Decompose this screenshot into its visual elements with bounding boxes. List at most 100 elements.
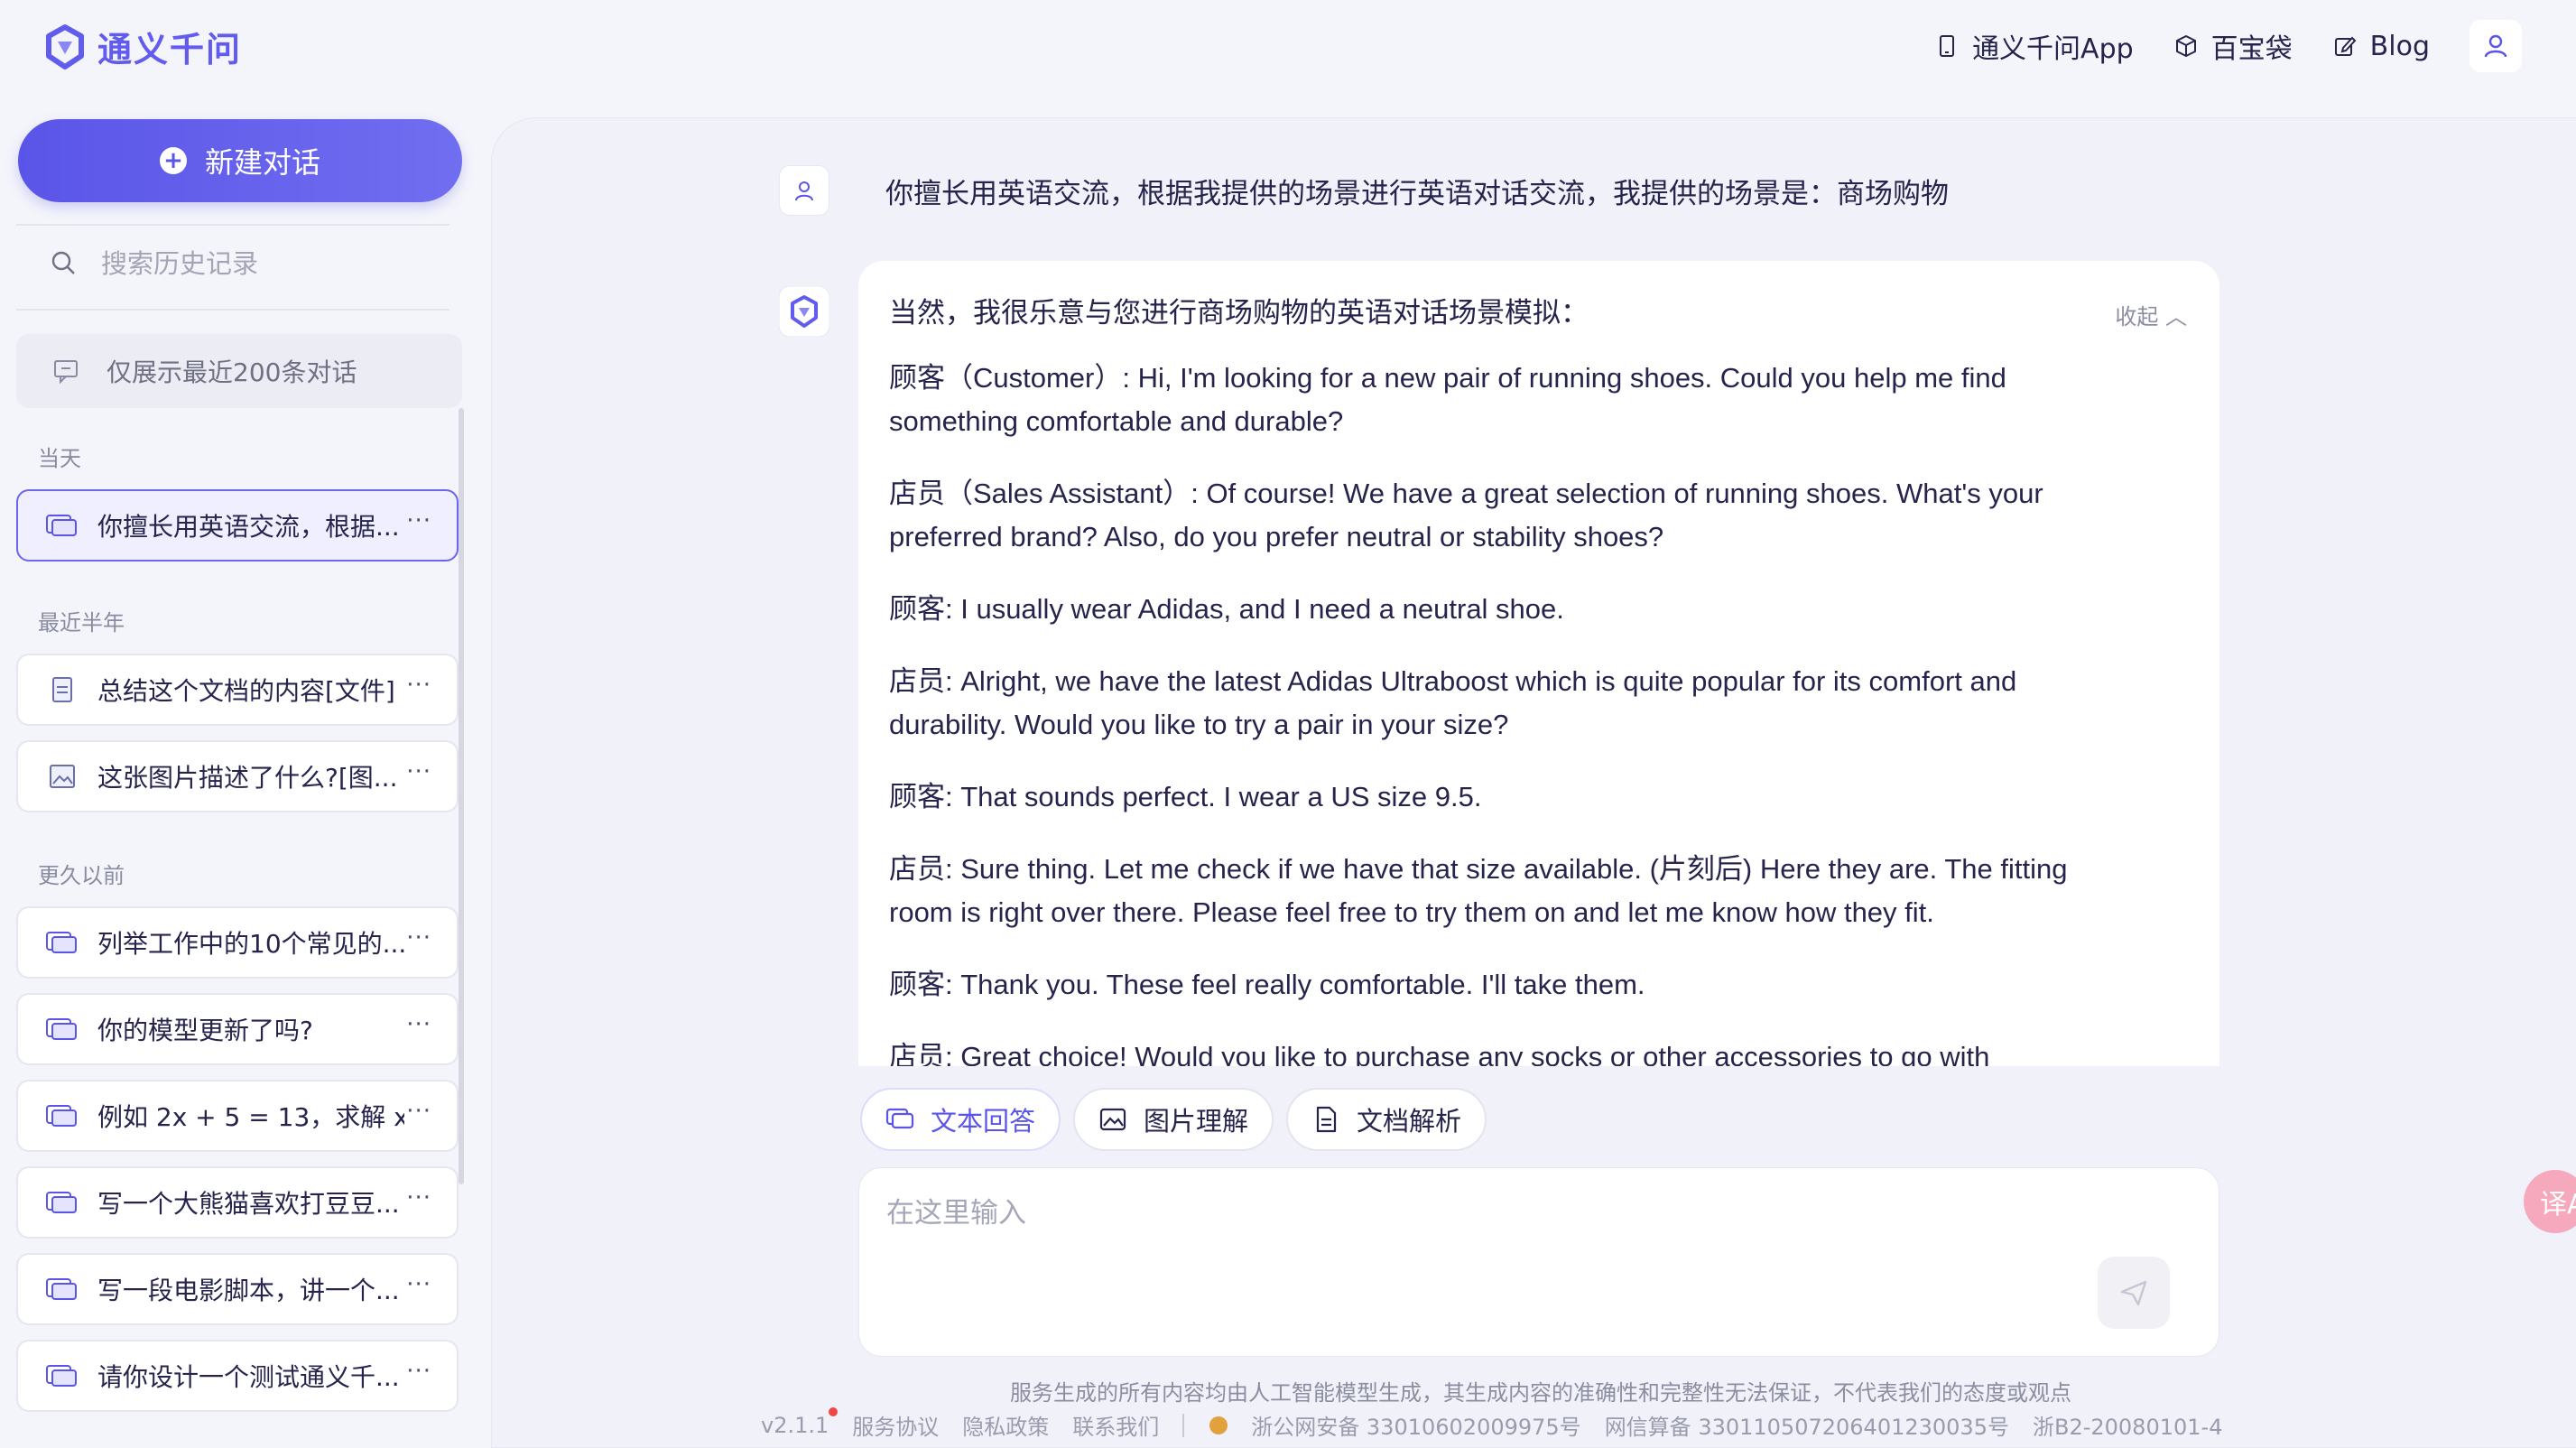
privacy-link[interactable]: 隐私政策 — [962, 1409, 1049, 1441]
text-answer-tab[interactable]: 文本回答 — [860, 1088, 1061, 1151]
history-item-label: 写一个大熊猫喜欢打豆豆... — [97, 1189, 400, 1219]
more-options-button[interactable]: ··· — [406, 507, 431, 534]
history-item-label: 列举工作中的10个常见的... — [97, 929, 404, 959]
history-item[interactable]: 列举工作中的10个常见的... ··· — [16, 906, 459, 979]
collapse-button[interactable]: 收起 ︿ — [2115, 299, 2187, 330]
divider — [16, 309, 449, 311]
answer-paragraph: 顾客: Thank you. These feel really comfort… — [889, 969, 1645, 1000]
answer-paragraph: 店员: Great choice! Would you like to purc… — [889, 1041, 1990, 1066]
text-answer-label: 文本回答 — [931, 1106, 1036, 1137]
more-options-button[interactable]: ··· — [406, 1184, 431, 1211]
chat-main: 你擅长用英语交流，根据我提供的场景进行英语对话交流，我提供的场景是：商场购物 收… — [491, 117, 2576, 1448]
user-icon — [2484, 34, 2507, 58]
send-icon — [2120, 1280, 2147, 1306]
answer-paragraph: 店员: Sure thing. Let me check if we have … — [889, 853, 2068, 928]
police-badge-icon — [1209, 1416, 1228, 1434]
answer-paragraph: 顾客: I usually wear Adidas, and I need a … — [889, 593, 1564, 625]
nav-blog-link[interactable]: Blog — [2332, 31, 2430, 62]
group-label-today: 当天 — [38, 446, 81, 471]
mode-toolbar: 文本回答 图片理解 文档解析 — [860, 1088, 1499, 1151]
document-icon — [1316, 1106, 1337, 1133]
nav-blog-label: Blog — [2369, 30, 2430, 62]
answer-paragraph: 顾客（Customer）: Hi, I'm looking for a new … — [889, 362, 2006, 437]
phone-icon — [1940, 35, 1955, 57]
top-header: 通义千问 通义千问App 百宝袋 Blog — [0, 0, 2576, 90]
history-search-input[interactable] — [101, 248, 444, 279]
answer-paragraph: 店员（Sales Assistant）: Of course! We have … — [889, 478, 2043, 552]
netcert-record: 网信算备 330110507206401230035号 — [1604, 1415, 2009, 1440]
contact-link[interactable]: 联系我们 — [1072, 1409, 1159, 1441]
more-options-button[interactable]: ··· — [406, 758, 431, 785]
image-understanding-tab[interactable]: 图片理解 — [1073, 1088, 1274, 1151]
version-label: v2.1.1 — [761, 1406, 839, 1438]
new-chat-button[interactable]: + 新建对话 — [18, 119, 462, 202]
chat-icon — [46, 1018, 77, 1040]
document-parsing-tab[interactable]: 文档解析 — [1286, 1088, 1487, 1151]
edit-icon — [2334, 36, 2357, 56]
image-understanding-label: 图片理解 — [1144, 1106, 1249, 1137]
history-item-label: 写一段电影脚本，讲一个... — [97, 1276, 400, 1305]
history-item-label: 例如 2x + 5 = 13，求解 x — [97, 1102, 404, 1132]
history-item[interactable]: 写一段电影脚本，讲一个... ··· — [16, 1253, 459, 1325]
translate-float-label: 译A — [2540, 1189, 2576, 1221]
history-search — [16, 231, 449, 296]
nav-app-link[interactable]: 通义千问App — [1934, 26, 2134, 66]
user-avatar-button[interactable] — [2469, 20, 2522, 72]
chat-icon — [46, 515, 77, 536]
user-message-row: 你擅长用英语交流，根据我提供的场景进行英语对话交流，我提供的场景是：商场购物 — [779, 165, 1949, 216]
chat-icon — [46, 1278, 77, 1300]
chat-icon — [46, 1105, 77, 1127]
history-item[interactable]: 你的模型更新了吗? ··· — [16, 993, 459, 1065]
answer-paragraph: 店员: Alright, we have the latest Adidas U… — [889, 665, 2017, 740]
history-item[interactable]: 这张图片描述了什么?[图... ··· — [16, 740, 459, 812]
chat-icon — [885, 1108, 914, 1129]
page-footer: v2.1.1 服务协议 隐私政策 联系我们 浙公网安备 330106020099… — [761, 1406, 2246, 1441]
terms-link[interactable]: 服务协议 — [852, 1409, 939, 1441]
image-icon — [50, 765, 75, 788]
assistant-logo-icon — [778, 285, 830, 338]
more-options-button[interactable]: ··· — [406, 1358, 431, 1385]
history-limit-note: 仅展示最近200条对话 — [16, 334, 462, 408]
history-item[interactable]: 例如 2x + 5 = 13，求解 x ··· — [16, 1080, 459, 1152]
history-item-label: 总结这个文档的内容[文件] — [97, 676, 395, 706]
police-record-link[interactable]: 浙公网安备 33010602009975号 — [1251, 1409, 1580, 1441]
history-item-label: 你擅长用英语交流，根据... — [97, 512, 400, 542]
chat-input[interactable] — [886, 1190, 2060, 1325]
more-options-button[interactable]: ··· — [406, 1271, 431, 1298]
history-item[interactable]: 写一个大熊猫喜欢打豆豆... ··· — [16, 1166, 459, 1239]
document-parsing-label: 文档解析 — [1357, 1106, 1462, 1137]
history-item-label: 你的模型更新了吗? — [97, 1016, 313, 1045]
image-icon — [1099, 1108, 1126, 1131]
user-message-text: 你擅长用英语交流，根据我提供的场景进行英语对话交流，我提供的场景是：商场购物 — [885, 177, 1949, 210]
more-options-button[interactable]: ··· — [406, 924, 431, 951]
ai-disclaimer: 服务生成的所有内容均由人工智能模型生成，其生成内容的准确性和完整性无法保证，不代… — [1010, 1380, 2071, 1406]
new-chat-label: 新建对话 — [204, 145, 320, 180]
brand-logo[interactable]: 通义千问 — [42, 22, 242, 71]
assistant-avatar — [778, 285, 830, 338]
answer-paragraph: 当然，我很乐意与您进行商场购物的英语对话场景模拟： — [889, 297, 1589, 329]
chat-icon — [46, 932, 77, 953]
document-icon — [52, 677, 72, 702]
box-icon — [2175, 35, 2196, 57]
plus-icon: + — [159, 147, 187, 174]
more-options-button[interactable]: ··· — [406, 1098, 431, 1125]
group-label-half-year: 最近半年 — [38, 610, 125, 636]
history-item[interactable]: 你擅长用英语交流，根据... ··· — [16, 489, 459, 562]
more-options-button[interactable]: ··· — [406, 1011, 431, 1038]
history-item[interactable]: 总结这个文档的内容[文件] ··· — [16, 654, 459, 726]
nav-baibao-link[interactable]: 百宝袋 — [2173, 26, 2293, 66]
divider — [16, 224, 449, 226]
nav-app-label: 通义千问App — [1972, 33, 2134, 65]
user-avatar — [779, 165, 829, 216]
brand-logo-icon — [46, 23, 84, 70]
chat-icon — [46, 1365, 77, 1387]
sidebar-scrollbar[interactable] — [459, 408, 464, 1184]
send-button[interactable] — [2098, 1257, 2170, 1329]
more-options-button[interactable]: ··· — [406, 672, 431, 699]
icp-record: 浙B2-20080101-4 — [2032, 1415, 2223, 1440]
user-icon — [795, 181, 813, 201]
group-label-earlier: 更久以前 — [38, 863, 125, 888]
history-item[interactable]: 请你设计一个测试通义千... ··· — [16, 1340, 459, 1412]
chat-input-box — [858, 1167, 2219, 1357]
history-item-label: 请你设计一个测试通义千... — [97, 1362, 400, 1392]
